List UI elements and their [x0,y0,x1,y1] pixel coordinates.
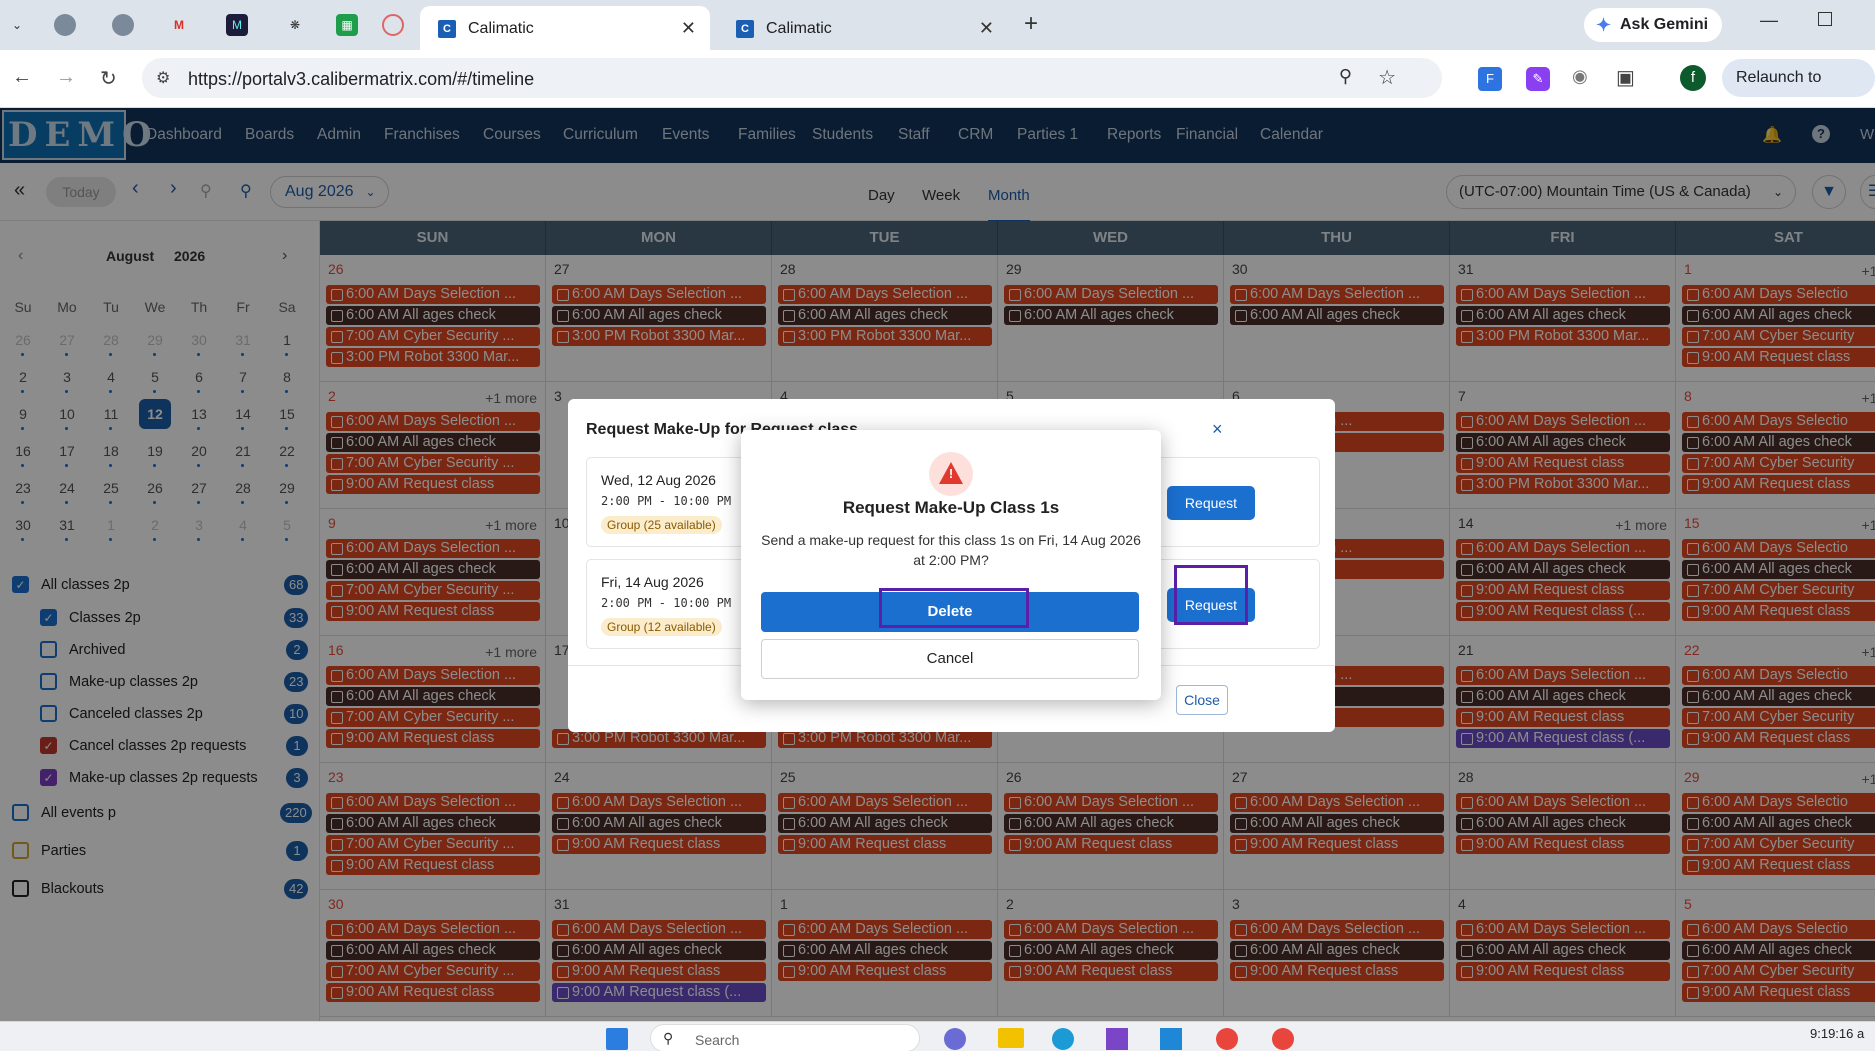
bookmark-star-icon[interactable]: ☆ [1378,65,1396,90]
option-time: 2:00 PM - 10:00 PM [601,494,732,508]
tab-title: Calimatic [766,20,832,37]
site-settings-icon[interactable]: ⚙ [156,68,170,88]
address-bar[interactable]: ⚙ https://portalv3.calibermatrix.com/#/t… [142,58,1442,98]
clock[interactable]: 9:19:16 a [1810,1026,1864,1041]
option-date: Wed, 12 Aug 2026 [601,472,716,488]
camera-icon[interactable]: ◉ [1572,66,1588,87]
group-availability-badge: Group (25 available) [601,516,722,534]
back-icon[interactable]: ← [12,66,32,89]
browser-toolbar: ← → ↻ ⚙ https://portalv3.calibermatrix.c… [0,50,1875,124]
gemini-sparkle-icon: ✦ [1596,15,1612,35]
tab-calimatic-active[interactable]: C Calimatic ✕ [420,6,710,50]
pinned-tab-app-icon[interactable]: M [226,14,248,36]
confirm-title: Request Make-Up Class 1s [842,498,1060,517]
url-text[interactable]: https://portalv3.calibermatrix.com/#/tim… [188,69,534,90]
highlight-box [1174,565,1248,625]
ask-gemini-button[interactable]: ✦ Ask Gemini [1584,8,1723,42]
close-tab-icon[interactable]: ✕ [979,18,994,39]
warning-glyph: ! [948,466,954,481]
chrome-icon[interactable] [1216,1028,1238,1050]
forward-icon[interactable]: → [56,66,76,89]
tab-title: Calimatic [468,20,534,37]
warning-icon: ! [929,452,973,496]
vscode-icon[interactable] [1160,1028,1182,1050]
pinned-tab-app-icon[interactable] [382,14,404,36]
close-icon[interactable]: × [1212,419,1223,440]
pinned-tab-gmail-icon[interactable]: M [168,14,190,36]
relaunch-button[interactable]: Relaunch to update [1722,59,1875,124]
visual-studio-icon[interactable] [1106,1028,1128,1050]
reload-icon[interactable]: ↻ [100,66,117,91]
cancel-button[interactable]: Cancel [761,639,1139,679]
close-tab-icon[interactable]: ✕ [681,18,696,39]
group-availability-badge: Group (12 available) [601,618,722,636]
extension-pen-icon[interactable]: ✎ [1526,67,1550,91]
request-button[interactable]: Request [1167,486,1255,520]
tab-search-icon[interactable]: ⌄ [6,14,28,36]
profile-avatar[interactable]: f [1680,65,1706,91]
os-taskbar: ⚲ Search 9:19:16 a [0,1021,1875,1051]
confirm-message: Send a make-up request for this class 1s… [761,532,1141,568]
tab-calimatic[interactable]: C Calimatic ✕ [718,6,1008,50]
option-date: Fri, 14 Aug 2026 [601,574,704,590]
calimatic-favicon-icon: C [736,20,754,38]
zoom-icon[interactable]: ⚲ [1339,66,1352,87]
option-time: 2:00 PM - 10:00 PM [601,596,732,610]
chrome-icon[interactable] [1272,1028,1294,1050]
search-icon: ⚲ [663,1030,674,1046]
pinned-tab-openai-icon[interactable]: ❋ [284,14,306,36]
extension-icon[interactable]: F [1478,67,1502,91]
taskbar-search-label: Search [695,1032,740,1048]
pinned-tab-sheets-icon[interactable]: ▦ [336,14,358,36]
taskbar-search[interactable]: ⚲ Search [650,1024,920,1051]
pinned-tab-globe-icon[interactable] [112,14,134,36]
extensions-puzzle-icon[interactable]: ▣ [1616,65,1635,90]
file-explorer-icon[interactable] [998,1028,1024,1048]
edge-icon[interactable] [1052,1028,1074,1050]
ask-gemini-label: Ask Gemini [1620,16,1709,33]
highlight-box [879,588,1029,628]
maximize-icon[interactable] [1818,12,1832,26]
windows-start-icon[interactable] [606,1028,628,1050]
minimize-icon[interactable]: — [1760,10,1778,31]
close-button[interactable]: Close [1176,685,1228,715]
new-tab-button[interactable]: + [1024,10,1038,38]
calimatic-favicon-icon: C [438,20,456,38]
browser-tab-strip: ⌄ M M ❋ ▦ C Calimatic ✕ C Calimatic ✕ + … [0,0,1875,50]
confirm-dialog: ! Request Make-Up Class 1s Send a make-u… [741,430,1161,700]
pinned-tab-globe-icon[interactable] [54,14,76,36]
teams-icon[interactable] [944,1028,966,1050]
